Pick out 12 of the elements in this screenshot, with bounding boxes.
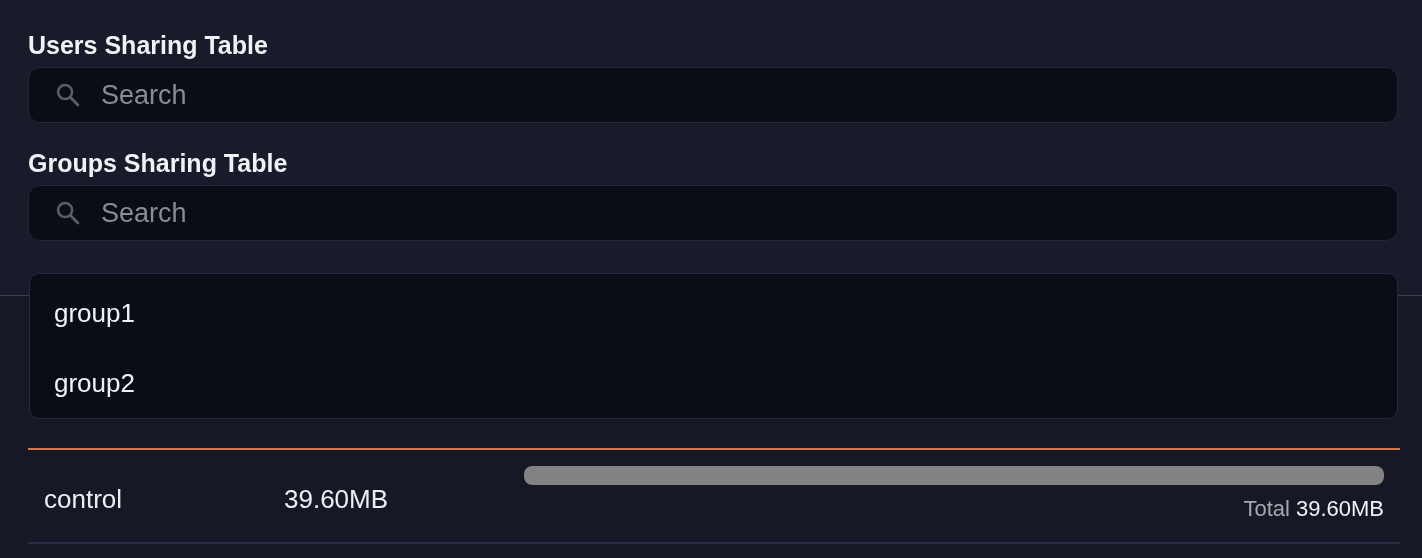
search-field[interactable]: Search [28,185,1398,241]
section-title: Groups Sharing Table [28,148,288,178]
search-icon [54,199,82,227]
dropdown-option[interactable]: group2 [54,367,135,399]
search-icon [54,81,82,109]
table-cell: control [44,484,123,515]
total-label: Total [1243,496,1290,522]
table-cell: 39.60MB [284,484,389,515]
search-field[interactable]: Search [28,67,1398,123]
section-title: Users Sharing Table [28,30,268,60]
total-value: 39.60MB [1295,496,1384,522]
dropdown-option[interactable]: group1 [54,297,135,329]
